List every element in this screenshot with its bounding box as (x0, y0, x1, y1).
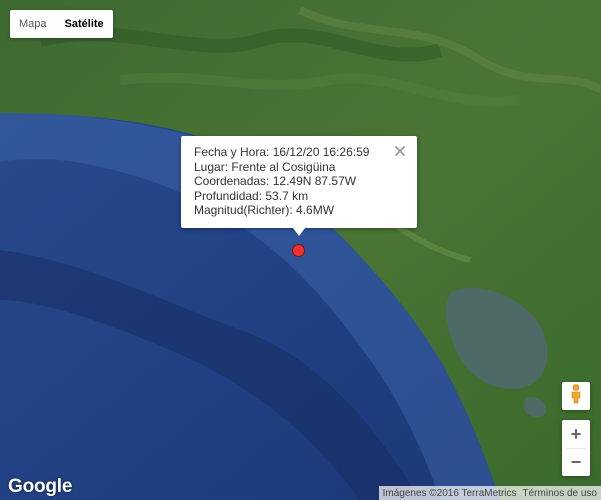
info-datetime: Fecha y Hora: 16/12/20 16:26:59 (194, 145, 370, 159)
imagery-credit: Imágenes ©2016 TerraMetrics (382, 487, 517, 499)
pegman-icon (570, 383, 582, 409)
info-window-content: Fecha y Hora: 16/12/20 16:26:59 Lugar: F… (194, 145, 369, 218)
info-magnitude: Magnitud(Richter): 4.6MW (194, 203, 335, 218)
zoom-control: + − (562, 420, 590, 476)
map-type-map-button[interactable]: Mapa (10, 10, 56, 38)
map-canvas[interactable]: Mapa Satélite Fecha y Hora: 16/12/20 16:… (0, 0, 601, 500)
attribution-bar: Imágenes ©2016 TerraMetrics Términos de … (378, 486, 601, 500)
zoom-out-button[interactable]: − (562, 448, 590, 476)
zoom-divider (566, 448, 586, 449)
street-view-button[interactable] (562, 382, 590, 410)
earthquake-info-window: Fecha y Hora: 16/12/20 16:26:59 Lugar: F… (181, 136, 417, 236)
info-coordinates: Coordenadas: 12.49N 87.57W (194, 174, 357, 189)
earthquake-marker[interactable] (292, 244, 305, 257)
info-location: Lugar: Frente al Cosigüina (194, 159, 336, 174)
close-icon[interactable] (393, 144, 407, 158)
map-type-control: Mapa Satélite (10, 10, 113, 38)
zoom-in-button[interactable]: + (562, 420, 590, 448)
terms-link[interactable]: Términos de uso (523, 488, 597, 499)
info-depth: Profundidad: 53.7 km (194, 188, 309, 203)
google-logo[interactable]: Google (8, 476, 72, 498)
info-window-pointer (293, 228, 305, 236)
map-type-satellite-button[interactable]: Satélite (56, 10, 113, 38)
